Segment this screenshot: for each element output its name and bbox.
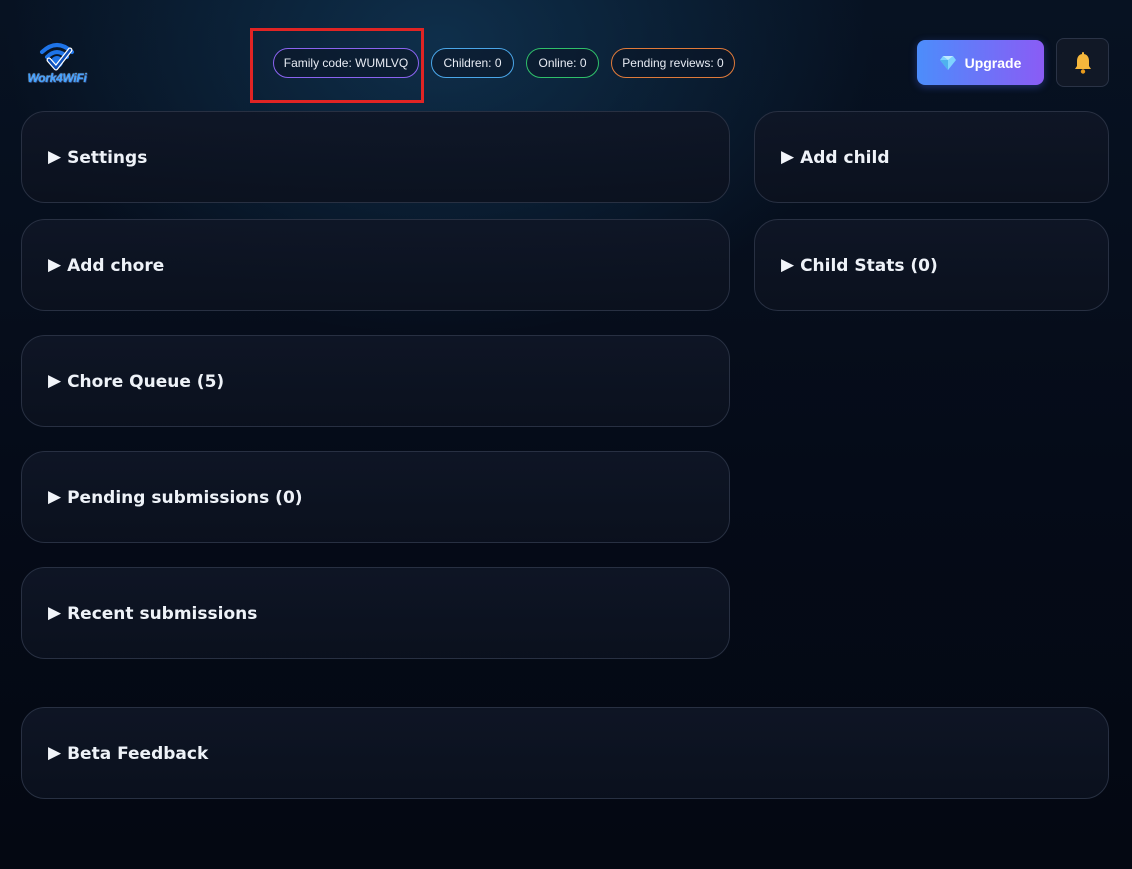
recent-submissions-section[interactable]: ▶ Recent submissions (21, 567, 730, 659)
expand-icon: ▶ (48, 742, 62, 763)
family-code-badge[interactable]: Family code: WUMLVQ (273, 48, 419, 78)
expand-icon: ▶ (48, 370, 62, 391)
bell-icon (1074, 51, 1091, 74)
pending-reviews-badge[interactable]: Pending reviews: 0 (611, 48, 735, 78)
add-chore-section[interactable]: ▶ Add chore (21, 219, 730, 311)
add-child-title: Add child (800, 147, 890, 168)
recent-submissions-title: Recent submissions (67, 603, 258, 624)
expand-icon: ▶ (781, 254, 795, 275)
upgrade-label: Upgrade (964, 54, 1022, 71)
pending-submissions-title: Pending submissions (0) (67, 487, 303, 508)
chore-queue-section[interactable]: ▶ Chore Queue (5) (21, 335, 730, 427)
logo-wordmark: Work4WiFi (27, 71, 87, 85)
children-count-badge[interactable]: Children: 0 (431, 48, 514, 78)
expand-icon: ▶ (781, 146, 795, 167)
gem-icon (939, 55, 956, 70)
beta-feedback-title: Beta Feedback (67, 743, 209, 764)
expand-icon: ▶ (48, 146, 62, 167)
settings-section[interactable]: ▶ Settings (21, 111, 730, 203)
app-logo[interactable]: Work4WiFi (22, 38, 92, 88)
pending-submissions-section[interactable]: ▶ Pending submissions (0) (21, 451, 730, 543)
add-chore-title: Add chore (67, 255, 165, 276)
expand-icon: ▶ (48, 254, 62, 275)
expand-icon: ▶ (48, 602, 62, 623)
settings-title: Settings (67, 147, 148, 168)
beta-feedback-section[interactable]: ▶ Beta Feedback (21, 707, 1109, 799)
upgrade-button[interactable]: Upgrade (917, 40, 1044, 85)
chore-queue-title: Chore Queue (5) (67, 371, 225, 392)
notifications-button[interactable] (1056, 38, 1109, 87)
child-stats-title: Child Stats (0) (800, 255, 938, 276)
online-count-badge[interactable]: Online: 0 (526, 48, 599, 78)
expand-icon: ▶ (48, 486, 62, 507)
child-stats-section[interactable]: ▶ Child Stats (0) (754, 219, 1109, 311)
add-child-section[interactable]: ▶ Add child (754, 111, 1109, 203)
